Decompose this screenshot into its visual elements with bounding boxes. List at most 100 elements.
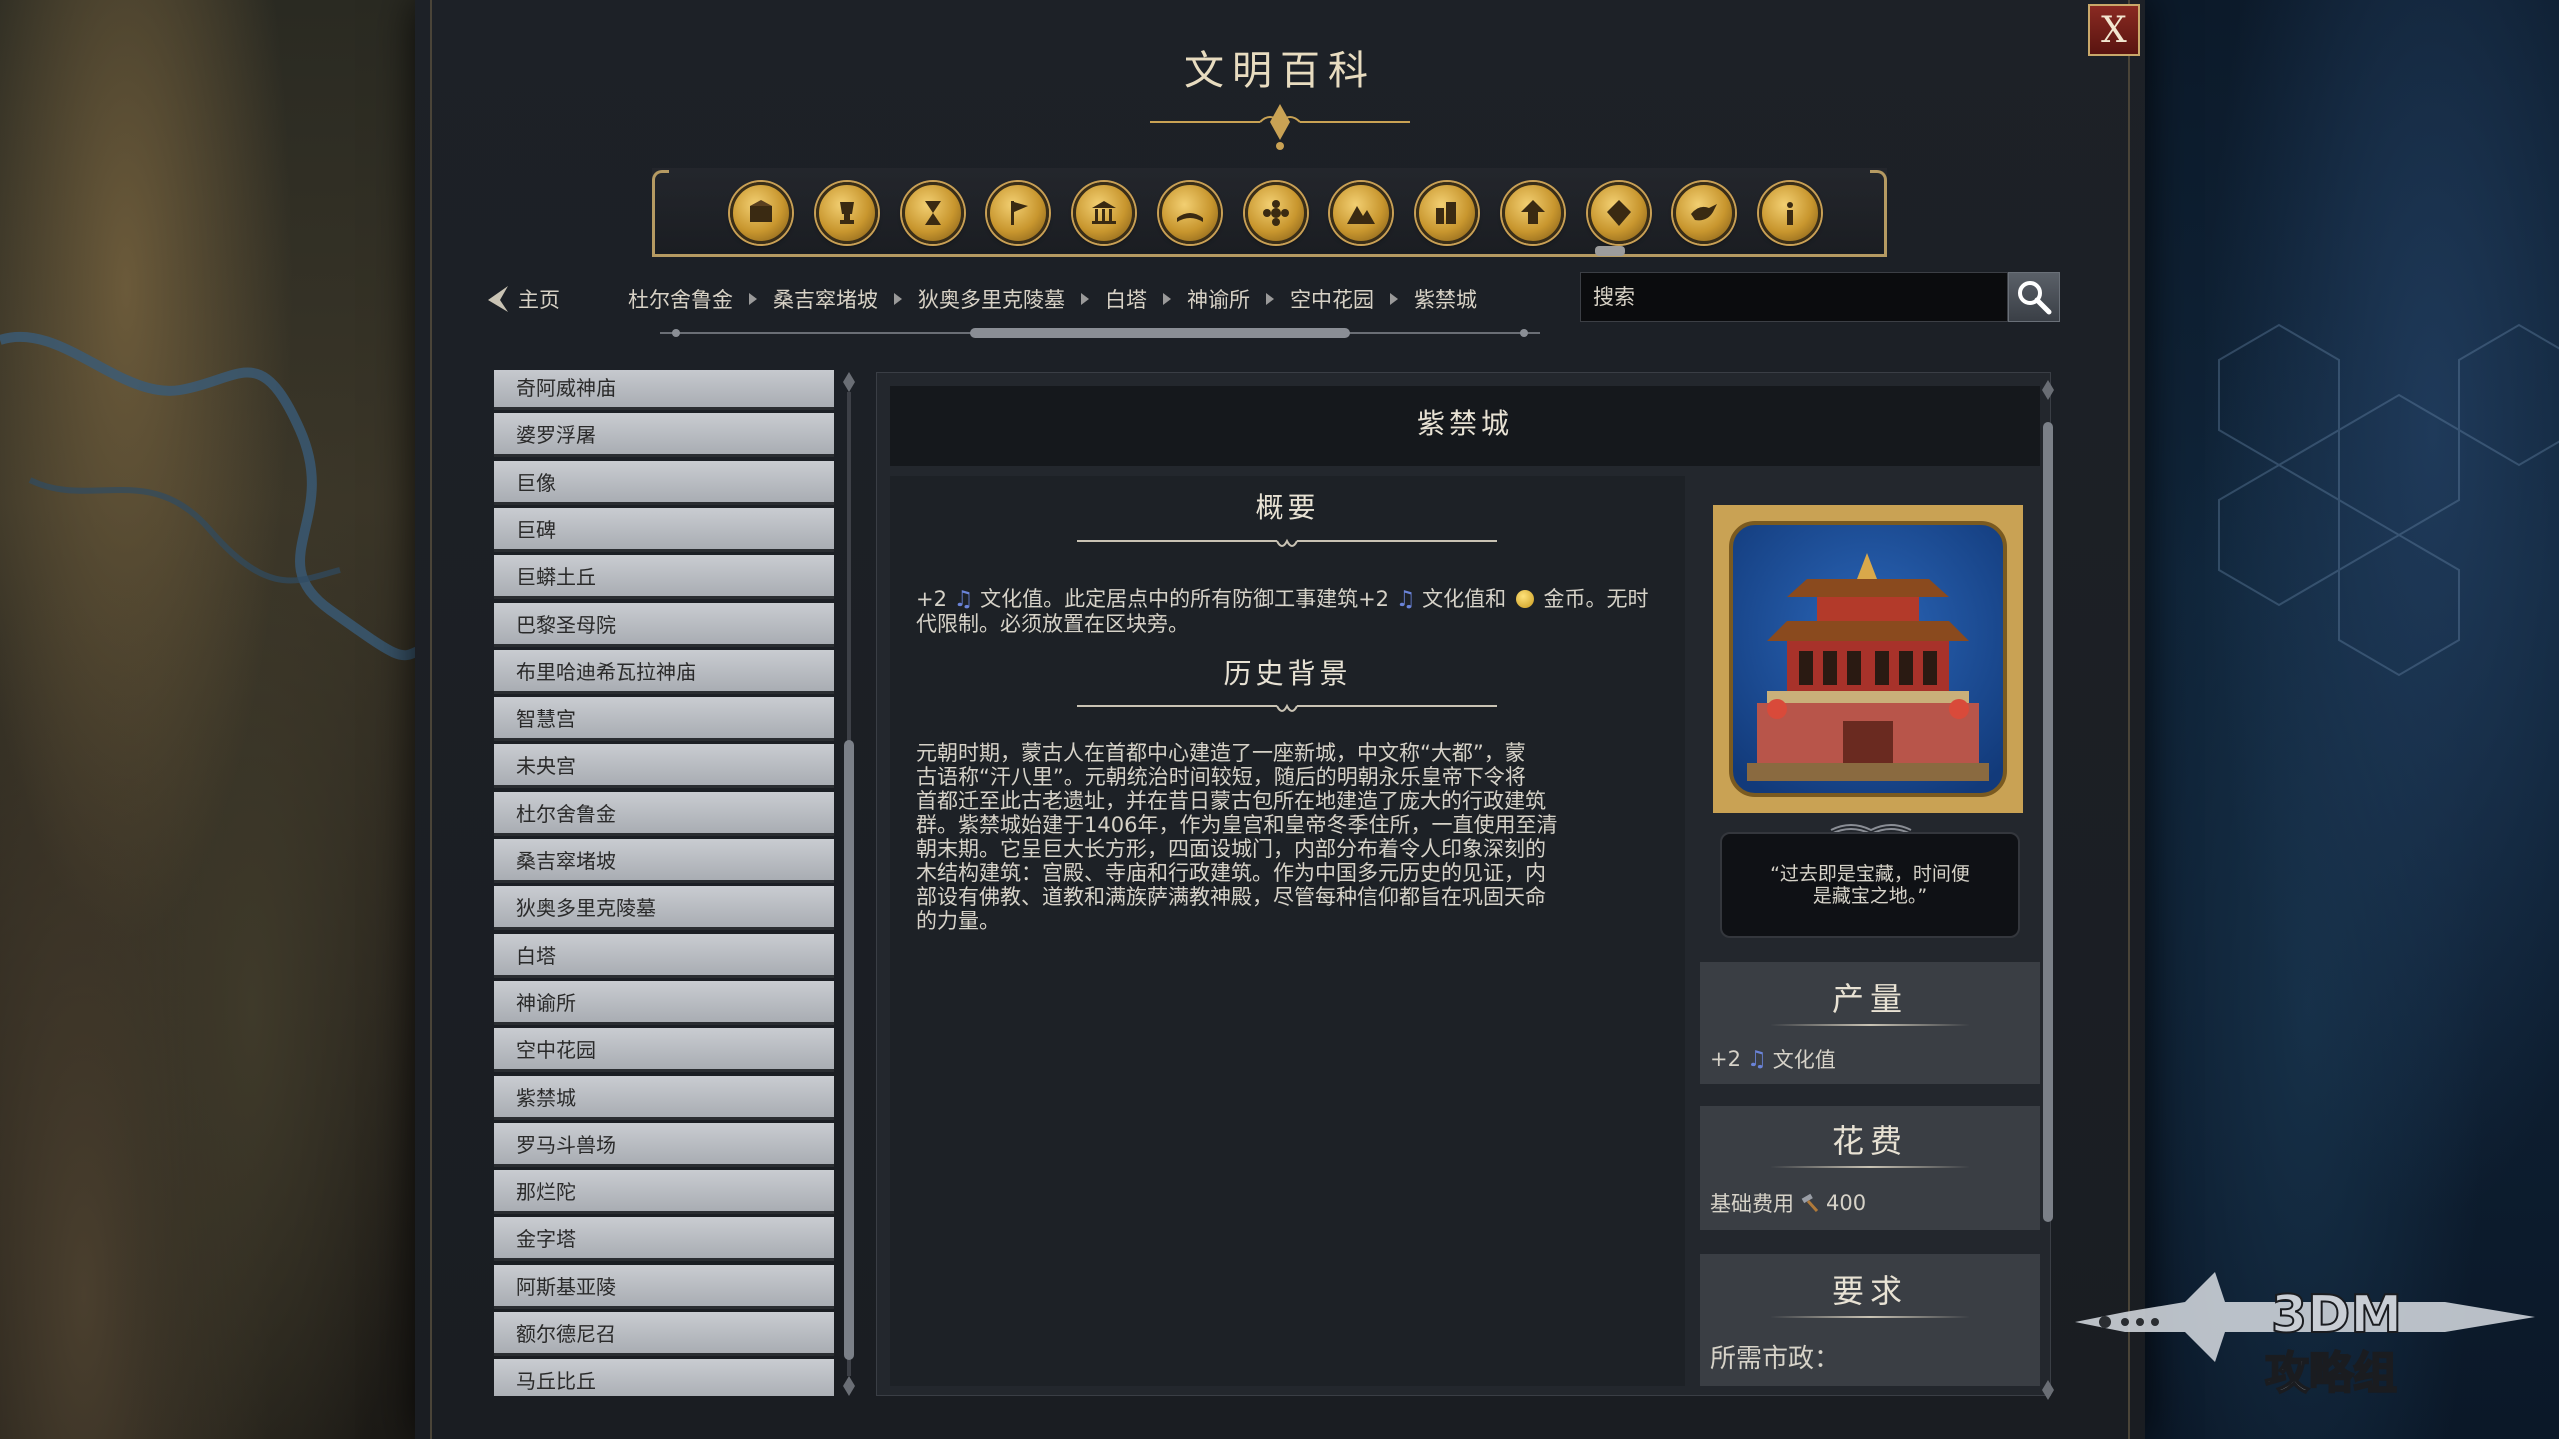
watermark-line-1: 3DM: [2271, 1285, 2402, 1345]
list-item[interactable]: 巴黎圣母院: [494, 603, 834, 647]
breadcrumb-item[interactable]: 白塔: [1105, 284, 1147, 314]
list-item[interactable]: 阿斯基亚陵: [494, 1265, 834, 1309]
category-resources-button[interactable]: [730, 182, 792, 244]
production-heading: 产量: [1831, 980, 1908, 1018]
history-text: 元朝时期，蒙古人在首都中心建造了一座新城，中文称“大都”，蒙 古语称“汗八里”。元…: [916, 741, 1656, 933]
breadcrumb-separator-icon: [1081, 293, 1089, 305]
overview-heading: 概要: [1255, 491, 1320, 524]
history-heading: 历史背景: [1223, 657, 1352, 690]
category-book-button[interactable]: [1159, 182, 1221, 244]
search-button[interactable]: [2008, 272, 2060, 322]
breadcrumb-item[interactable]: 狄奥多里克陵墓: [918, 284, 1065, 314]
info-icon: [1787, 202, 1793, 225]
list-item[interactable]: 神谕所: [494, 981, 834, 1025]
overview-text-part1: +2: [916, 587, 947, 611]
3dm-watermark-logo: 3DM 攻略组: [2075, 1272, 2535, 1400]
list-item[interactable]: 空中花园: [494, 1028, 834, 1072]
category-flower-button[interactable]: [1245, 182, 1307, 244]
overview-divider: [1077, 538, 1497, 547]
list-item[interactable]: 马丘比丘: [494, 1359, 834, 1396]
breadcrumb: 杜尔舍鲁金 桑吉窣堵坡 狄奥多里克陵墓 白塔 神谕所 空中花园 紫禁城: [628, 282, 1477, 316]
list-item[interactable]: 婆罗浮屠: [494, 413, 834, 457]
list-item[interactable]: 巨像: [494, 461, 834, 505]
breadcrumb-item[interactable]: 神谕所: [1187, 284, 1250, 314]
category-city-button[interactable]: [1416, 182, 1478, 244]
quote-line-1: “过去即是宝藏，时间便: [1770, 863, 1970, 885]
breadcrumb-separator-icon: [1163, 293, 1171, 305]
list-item[interactable]: 智慧宫: [494, 697, 834, 741]
category-info-button[interactable]: [1759, 182, 1821, 244]
list-item[interactable]: 罗马斗兽场: [494, 1123, 834, 1167]
category-upgrade-arrow-button[interactable]: [1502, 182, 1564, 244]
breadcrumb-separator-icon: [749, 293, 757, 305]
cost-line: 基础费用 400: [1710, 1188, 1866, 1218]
list-item[interactable]: 狄奥多里克陵墓: [494, 886, 834, 930]
category-trophy-button[interactable]: [816, 182, 878, 244]
detail-title: 紫禁城: [1416, 407, 1513, 440]
cost-box: 花费 基础费用 400: [1700, 1106, 2040, 1230]
cost-label: 基础费用: [1710, 1192, 1794, 1216]
diamond-icon: [1607, 200, 1631, 226]
list-item[interactable]: 巨蟒土丘: [494, 555, 834, 599]
temple-icon: [1092, 201, 1116, 224]
resources-icon: [750, 200, 772, 222]
flower-icon: [1263, 200, 1289, 226]
title-ornament: [1150, 104, 1410, 150]
quote-line-2: 是藏宝之地。”: [1812, 885, 1928, 907]
search-icon: [2018, 281, 2052, 315]
breadcrumb-separator-icon: [1266, 293, 1274, 305]
dove-icon: [1691, 204, 1717, 221]
search-input[interactable]: [1580, 272, 2008, 322]
list-item[interactable]: 那烂陀: [494, 1170, 834, 1214]
trophy-icon: [840, 202, 854, 224]
back-arrow-icon: [488, 286, 508, 312]
flag-icon: [1011, 201, 1028, 225]
detail-scrollbar-track: [2042, 380, 2054, 1400]
list-scrollbar-thumb[interactable]: [844, 740, 854, 1360]
history-line: 古语称“汗八里”。元朝统治时间较短，随后的明朝永乐皇帝下令将: [916, 765, 1526, 789]
home-button[interactable]: 主页: [484, 282, 560, 316]
list-item[interactable]: 白塔: [494, 934, 834, 978]
book-icon: [1177, 213, 1203, 222]
breadcrumb-separator-icon: [1390, 293, 1398, 305]
category-hourglass-button[interactable]: [902, 182, 964, 244]
production-box: 产量 +2 ♫ 文化值: [1700, 962, 2040, 1084]
requirement-heading: 要求: [1831, 1272, 1908, 1310]
breadcrumb-item[interactable]: 杜尔舍鲁金: [628, 284, 733, 314]
requirement-divider: [1770, 1316, 1970, 1318]
list-item[interactable]: 杜尔舍鲁金: [494, 792, 834, 836]
breadcrumb-scrollbar[interactable]: [660, 326, 1540, 340]
river-decoration: [0, 331, 420, 661]
quote-box: “过去即是宝藏，时间便 是藏宝之地。”: [1720, 832, 2020, 938]
cost-heading: 花费: [1831, 1122, 1908, 1160]
category-diamond-button[interactable]: [1588, 182, 1650, 244]
category-temple-button[interactable]: [1073, 182, 1135, 244]
hourglass-icon: [925, 201, 941, 225]
breadcrumb-item[interactable]: 空中花园: [1290, 284, 1374, 314]
breadcrumb-item[interactable]: 紫禁城: [1414, 284, 1477, 314]
history-line: 元朝时期，蒙古人在首都中心建造了一座新城，中文称“大都”，蒙: [916, 741, 1526, 765]
category-dove-button[interactable]: [1673, 182, 1735, 244]
category-mountains-button[interactable]: [1330, 182, 1392, 244]
list-item[interactable]: 巨碑: [494, 508, 834, 552]
page-title: 文明百科: [1184, 48, 1376, 94]
overview-text-part2: 文化值。此定居点中的所有防御工事建筑+2: [980, 587, 1390, 611]
home-label: 主页: [518, 288, 560, 312]
list-item[interactable]: 金字塔: [494, 1217, 834, 1261]
list-item[interactable]: 布里哈迪希瓦拉神庙: [494, 650, 834, 694]
category-flag-button[interactable]: [987, 182, 1049, 244]
breadcrumb-item[interactable]: 桑吉窣堵坡: [773, 284, 878, 314]
requirement-label: 所需市政：: [1710, 1344, 1841, 1374]
culture-icon: ♫: [1395, 587, 1416, 612]
list-item[interactable]: 未央宫: [494, 744, 834, 788]
list-item[interactable]: 额尔德尼召: [494, 1312, 834, 1356]
close-button[interactable]: X: [2088, 4, 2140, 56]
list-item[interactable]: 奇阿威神庙: [494, 370, 834, 410]
history-divider: [1077, 703, 1497, 712]
production-line: +2 ♫ 文化值: [1710, 1044, 1836, 1074]
list-item[interactable]: 桑吉窣堵坡: [494, 839, 834, 883]
history-line: 朝末期。它呈巨大长方形，四面设城门，内部分布着令人印象深刻的: [916, 837, 1546, 861]
production-value: +2: [1710, 1047, 1741, 1071]
list-item[interactable]: 紫禁城: [494, 1076, 834, 1120]
watermark-line-2: 攻略组: [2265, 1348, 2397, 1399]
